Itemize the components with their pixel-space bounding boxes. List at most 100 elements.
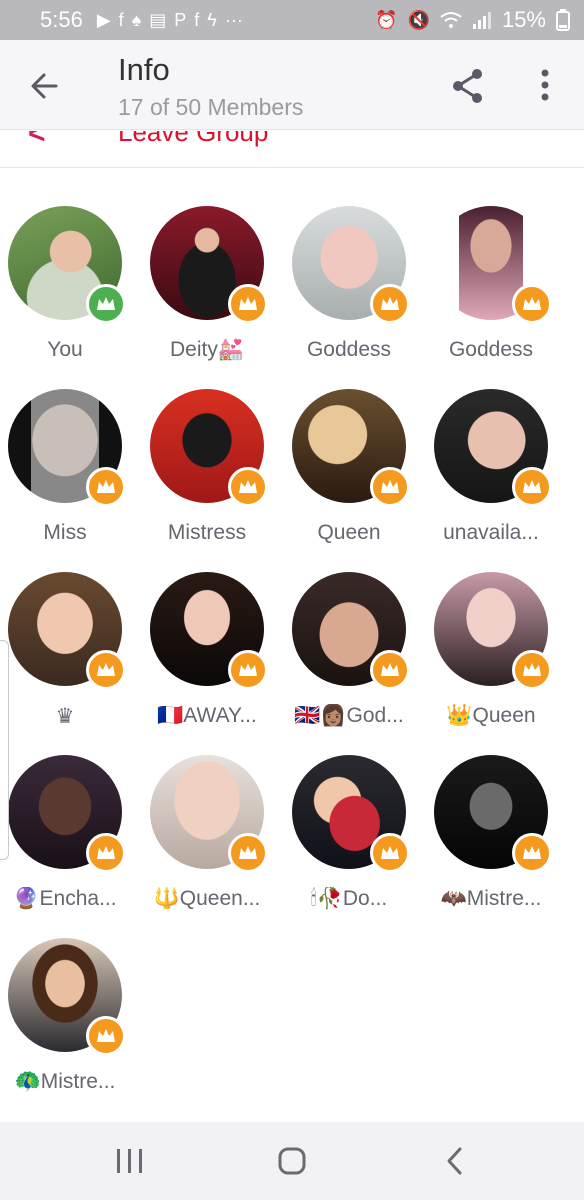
leave-group-chevron-icon: <	[28, 131, 46, 150]
status-system-icons: ⏰ 🔇 15%	[375, 7, 570, 33]
member-name: You	[47, 338, 83, 361]
mute-icon: 🔇	[407, 9, 430, 30]
leave-group-row[interactable]: < Leave Group	[0, 131, 584, 168]
crown-icon	[381, 663, 399, 676]
member-name: 🕯🥀Do...	[310, 887, 388, 910]
leave-group-label: Leave Group	[118, 131, 269, 147]
admin-crown-badge	[86, 467, 126, 507]
member-item[interactable]: 🕯🥀Do...	[284, 739, 426, 919]
crown-icon	[97, 846, 115, 859]
crown-icon	[239, 846, 257, 859]
page-title: Info	[118, 52, 170, 87]
app-header: Info 17 of 50 Members	[0, 40, 584, 130]
admin-crown-badge	[86, 650, 126, 690]
facebook-icon: f	[194, 9, 200, 30]
crown-icon	[381, 297, 399, 310]
status-bar: 5:56 ▶ f ♠ ▤ P f ϟ ··· ⏰ 🔇 15%	[0, 0, 584, 40]
online-status-badge	[86, 284, 126, 324]
member-item[interactable]: Miss	[0, 373, 142, 553]
crown-icon	[97, 663, 115, 676]
admin-crown-badge	[228, 467, 268, 507]
member-name: Goddess	[306, 338, 392, 361]
home-icon[interactable]	[272, 1144, 312, 1178]
member-item[interactable]: Mistress	[142, 373, 284, 553]
crown-icon	[239, 297, 257, 310]
wifi-icon	[440, 12, 462, 28]
more-notifications-icon: ···	[224, 9, 243, 30]
member-item[interactable]: 🇬🇧👩🏽God...	[284, 556, 426, 736]
member-name: 🇬🇧👩🏽God...	[294, 704, 404, 727]
member-name: Queen	[317, 521, 381, 544]
member-name: 🦇Mistre...	[440, 887, 542, 910]
more-options-icon[interactable]	[530, 66, 560, 106]
member-name: 🔱Queen...	[153, 887, 261, 910]
system-navigation-bar	[0, 1122, 584, 1200]
share-icon[interactable]	[448, 66, 488, 106]
member-item[interactable]: Queen	[284, 373, 426, 553]
admin-crown-badge	[370, 650, 410, 690]
member-name: unavaila...	[443, 521, 539, 544]
crown-icon	[523, 297, 541, 310]
member-item[interactable]: unavaila...	[426, 373, 568, 553]
signal-icon	[472, 12, 491, 29]
member-name: Deity💒	[170, 338, 244, 361]
edge-panel-handle[interactable]	[0, 640, 9, 860]
bolt-icon: ϟ	[207, 9, 217, 30]
member-item[interactable]: Goddess	[426, 190, 568, 370]
member-name: ♛	[55, 705, 75, 728]
crown-icon	[381, 846, 399, 859]
play-icon: ▶	[96, 9, 111, 30]
member-item[interactable]: 🇫🇷AWAY...	[142, 556, 284, 736]
battery-icon	[556, 9, 570, 31]
member-name: Miss	[43, 521, 87, 544]
battery-percent: 15%	[501, 7, 546, 32]
member-item[interactable]: 🦚Mistre...	[0, 922, 142, 1102]
member-name: Goddess	[448, 338, 534, 361]
alarm-icon: ⏰	[375, 9, 398, 30]
member-item[interactable]: ♛	[0, 556, 142, 736]
admin-crown-badge	[86, 833, 126, 873]
member-name: 🦚Mistre...	[14, 1070, 116, 1093]
back-arrow-icon[interactable]	[26, 66, 66, 106]
crown-icon	[239, 480, 257, 493]
nav-back-icon[interactable]	[440, 1144, 470, 1178]
crown-icon	[381, 480, 399, 493]
member-count: 17 of 50 Members	[118, 94, 304, 120]
snapchat-icon: ♠	[131, 9, 142, 30]
member-item[interactable]: Goddess	[284, 190, 426, 370]
admin-crown-badge	[512, 284, 552, 324]
member-item[interactable]: 👑Queen	[426, 556, 568, 736]
member-item[interactable]: You	[0, 190, 142, 370]
admin-crown-badge	[228, 833, 268, 873]
title-block: Info 17 of 50 Members	[118, 52, 303, 122]
crown-icon	[523, 663, 541, 676]
crown-icon	[97, 297, 115, 310]
admin-crown-badge	[512, 833, 552, 873]
admin-crown-badge	[512, 467, 552, 507]
admin-crown-badge	[228, 284, 268, 324]
crown-icon	[239, 663, 257, 676]
status-time: 5:56	[40, 7, 83, 32]
admin-crown-badge	[228, 650, 268, 690]
facebook-icon: f	[118, 9, 124, 30]
news-icon: ▤	[149, 9, 167, 30]
member-item[interactable]: 🔱Queen...	[142, 739, 284, 919]
crown-icon	[97, 480, 115, 493]
recent-apps-icon[interactable]	[110, 1146, 150, 1176]
pinterest-icon: P	[174, 9, 187, 30]
crown-icon	[523, 846, 541, 859]
member-item[interactable]: Deity💒	[142, 190, 284, 370]
member-name: 👑Queen	[446, 704, 536, 727]
admin-crown-badge	[86, 1016, 126, 1056]
member-name: 🇫🇷AWAY...	[157, 704, 257, 727]
admin-crown-badge	[370, 467, 410, 507]
crown-icon	[97, 1029, 115, 1042]
admin-crown-badge	[370, 284, 410, 324]
member-name: Mistress	[167, 521, 247, 544]
member-name: 🔮Encha...	[13, 887, 117, 910]
admin-crown-badge	[370, 833, 410, 873]
member-item[interactable]: 🦇Mistre...	[426, 739, 568, 919]
crown-icon	[523, 480, 541, 493]
status-notification-icons: ▶ f ♠ ▤ P f ϟ ···	[97, 10, 243, 31]
member-item[interactable]: 🔮Encha...	[0, 739, 142, 919]
